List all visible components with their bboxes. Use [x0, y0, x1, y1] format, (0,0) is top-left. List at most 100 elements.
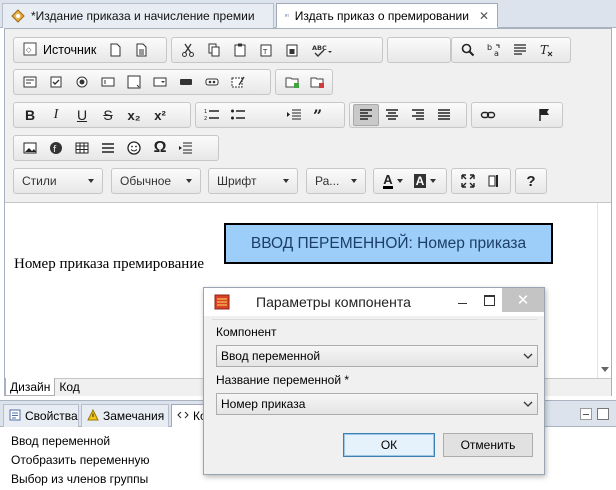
tab-design[interactable]: Дизайн [5, 378, 56, 396]
tab-izdat-prikaz[interactable]: H Издать приказ о премировании ✕ [276, 3, 498, 28]
remove-format-icon[interactable]: T [533, 39, 559, 61]
toolbar-group-tools [451, 168, 511, 194]
minimize-button[interactable] [450, 290, 476, 312]
editor-toolbar: ◇ Источник T ABC ba T B I U S x₂ x² 1 2 … [5, 29, 611, 203]
select-field-icon[interactable] [147, 71, 173, 93]
varname-select[interactable]: Номер приказа [216, 393, 538, 415]
align-justify-icon[interactable] [431, 104, 457, 126]
list-item[interactable]: Ввод переменной [11, 432, 149, 451]
table-icon[interactable] [69, 137, 95, 159]
show-blocks-icon[interactable] [481, 170, 507, 192]
styles-combo[interactable]: Стили [13, 168, 103, 194]
size-combo[interactable]: Ра... [306, 168, 366, 194]
tab-code[interactable]: Код [55, 378, 83, 396]
list-item[interactable]: Отобразить переменную [11, 451, 149, 470]
page-break-icon[interactable] [173, 137, 199, 159]
source-button[interactable]: ◇ Источник [17, 39, 102, 61]
select-all-icon[interactable] [507, 39, 533, 61]
component-select[interactable]: Ввод переменной [216, 345, 538, 367]
paste-icon[interactable] [227, 39, 253, 61]
maximize-button[interactable] [476, 290, 502, 312]
svg-text:T: T [540, 43, 549, 57]
underline-button[interactable]: U [69, 104, 95, 126]
remove-component-icon[interactable] [304, 71, 329, 93]
dialog-titlebar[interactable]: Параметры компонента ✕ [204, 288, 544, 316]
text-color-button[interactable]: A [377, 170, 409, 192]
cut-icon[interactable] [175, 39, 201, 61]
align-center-icon[interactable] [379, 104, 405, 126]
anchor-flag-icon[interactable] [531, 104, 557, 126]
replace-icon[interactable]: ba [481, 39, 507, 61]
component-label: Компонент [216, 325, 277, 339]
variable-input-placeholder[interactable]: ВВОД ПЕРЕМЕННОЙ: Номер приказа [224, 223, 553, 264]
close-button[interactable]: ✕ [502, 288, 544, 312]
cancel-button[interactable]: Отменить [443, 433, 533, 457]
maximize-view-icon[interactable] [597, 408, 609, 420]
subscript-button[interactable]: x₂ [121, 104, 147, 126]
button-field-icon[interactable] [173, 71, 199, 93]
paste-word-icon[interactable] [279, 39, 305, 61]
link-icon[interactable] [475, 104, 501, 126]
spellcheck-icon[interactable]: ABC [305, 39, 341, 61]
bg-color-button[interactable]: A [409, 170, 441, 192]
code-tag-icon [177, 409, 189, 424]
copy-icon[interactable] [201, 39, 227, 61]
paste-text-icon[interactable]: T [253, 39, 279, 61]
numbered-list-icon[interactable]: 12 [199, 104, 225, 126]
checkbox-icon[interactable] [43, 71, 69, 93]
bold-button[interactable]: B [17, 104, 43, 126]
toolbar-group-forms [13, 69, 271, 95]
special-char-button[interactable]: Ω [147, 137, 173, 159]
document-text: Номер приказа премирование [14, 256, 205, 272]
image-button-icon[interactable] [199, 71, 225, 93]
align-left-icon[interactable] [353, 104, 379, 126]
textarea-icon[interactable] [121, 71, 147, 93]
app-logo-icon [214, 294, 230, 310]
align-right-icon[interactable] [405, 104, 431, 126]
list-item[interactable]: Выбор из членов группы [11, 470, 149, 489]
strike-button[interactable]: S [95, 104, 121, 126]
minimize-view-icon[interactable] [580, 408, 592, 420]
search-icon[interactable] [455, 39, 481, 61]
svg-text:2: 2 [204, 116, 207, 122]
form-icon[interactable] [17, 71, 43, 93]
chevron-down-icon [186, 179, 192, 183]
font-combo[interactable]: Шрифт [208, 168, 298, 194]
indent-icon[interactable] [281, 104, 307, 126]
toolbar-group-lists: 12 ” [195, 102, 345, 128]
html-page-icon: H [285, 9, 289, 23]
scroll-down-icon[interactable] [601, 367, 609, 372]
superscript-button[interactable]: x² [147, 104, 173, 126]
component-list: Ввод переменной Отобразить переменную Вы… [11, 432, 149, 489]
tab-izdanie-prikaza[interactable]: *Издание приказа и начисление премии [2, 3, 274, 28]
svg-text:◇: ◇ [26, 46, 32, 54]
varname-label: Название переменной * [216, 373, 350, 387]
toolbar-group-colors: A A [373, 168, 447, 194]
hidden-field-icon[interactable] [225, 71, 251, 93]
templates-icon[interactable] [128, 39, 154, 61]
radio-icon[interactable] [69, 71, 95, 93]
smiley-icon[interactable] [121, 137, 147, 159]
help-button[interactable]: ? [519, 170, 543, 192]
properties-icon [9, 409, 21, 424]
insert-component-icon[interactable] [279, 71, 304, 93]
bulleted-list-icon[interactable] [225, 104, 251, 126]
vertical-scrollbar[interactable] [597, 203, 611, 378]
image-icon[interactable] [17, 137, 43, 159]
chevron-down-icon [523, 353, 533, 359]
close-icon[interactable]: ✕ [479, 9, 489, 23]
blockquote-icon[interactable]: ” [307, 104, 333, 126]
italic-button[interactable]: I [43, 104, 69, 126]
flash-icon[interactable]: f [43, 137, 69, 159]
horizontal-rule-icon[interactable] [95, 137, 121, 159]
ok-button[interactable]: ОК [343, 433, 435, 457]
text-field-icon[interactable] [95, 71, 121, 93]
tab-remarks[interactable]: Замечания [81, 404, 169, 427]
toolbar-group-help: ? [515, 168, 547, 194]
tab-properties[interactable]: Свойства [3, 404, 79, 427]
svg-text:1: 1 [204, 109, 207, 115]
new-page-icon[interactable] [102, 39, 128, 61]
maximize-icon[interactable] [455, 170, 481, 192]
format-combo[interactable]: Обычное [111, 168, 201, 194]
